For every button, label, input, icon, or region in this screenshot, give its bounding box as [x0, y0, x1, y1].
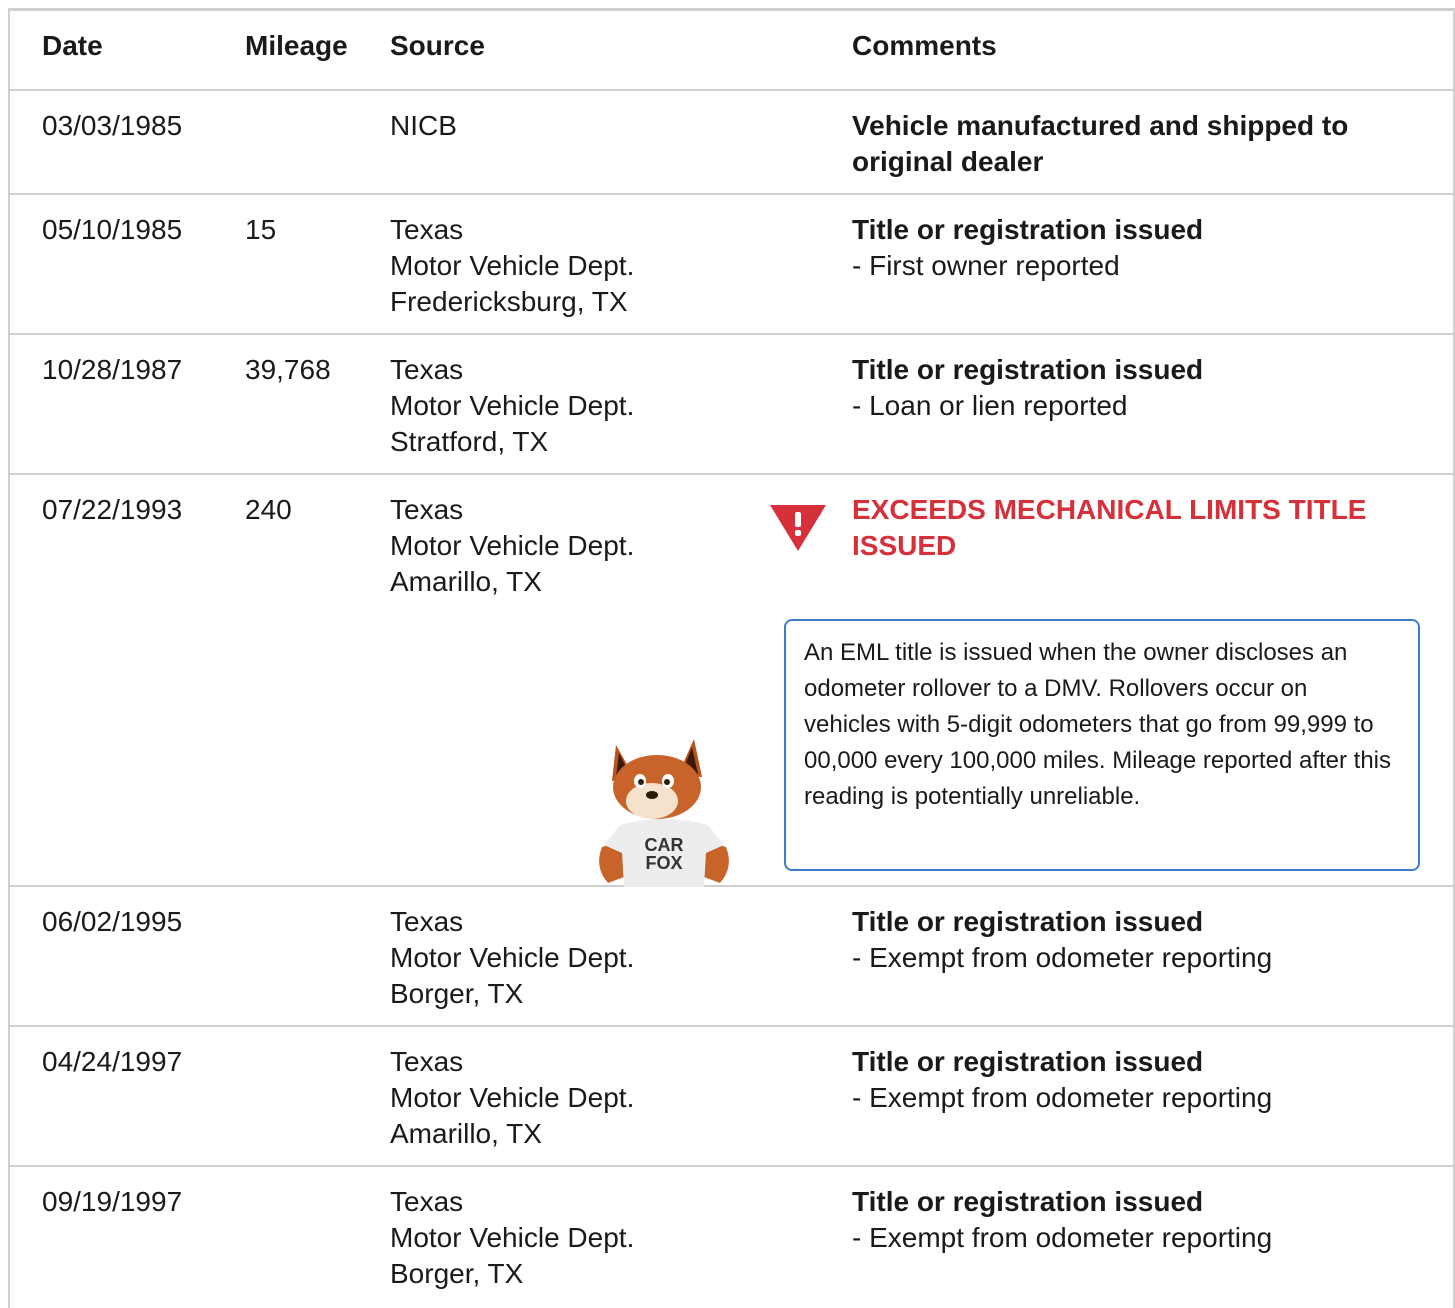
source-line: Borger, TX: [390, 1258, 524, 1289]
comment-title: Title or registration issued: [852, 214, 1204, 245]
carfox-mascot: CAR FOX: [599, 739, 729, 887]
row-comments: Title or registration issued - Exempt fr…: [852, 1044, 1422, 1116]
mascot-shirt-line: FOX: [645, 853, 682, 873]
row-source: Texas Motor Vehicle Dept. Amarillo, TX: [390, 1044, 634, 1152]
row-comments: Title or registration issued - Exempt fr…: [852, 1184, 1422, 1256]
source-line: Amarillo, TX: [390, 566, 542, 597]
table-row: 04/24/1997 Texas Motor Vehicle Dept. Ama…: [10, 1027, 1453, 1167]
header-date: Date: [42, 30, 103, 61]
source-line: Texas: [390, 1186, 464, 1217]
header-mileage: Mileage: [245, 30, 348, 61]
row-source: Texas Motor Vehicle Dept. Fredericksburg…: [390, 212, 634, 320]
source-line: Motor Vehicle Dept.: [390, 942, 635, 973]
row-comments: Title or registration issued - First own…: [852, 212, 1422, 284]
source-line: NICB: [390, 110, 457, 141]
comment-detail: - First owner reported: [852, 250, 1120, 281]
row-date: 04/24/1997: [42, 1046, 183, 1077]
row-date: 05/10/1985: [42, 214, 183, 245]
table-header: Date Mileage Source Comments: [10, 11, 1453, 91]
source-line: Texas: [390, 1046, 464, 1077]
row-comments: Vehicle manufactured and shipped to orig…: [852, 108, 1422, 180]
source-line: Texas: [390, 354, 464, 385]
header-comments: Comments: [852, 30, 997, 61]
source-line: Texas: [390, 906, 464, 937]
comment-detail: - Exempt from odometer reporting: [852, 1082, 1273, 1113]
source-line: Borger, TX: [390, 978, 524, 1009]
source-line: Texas: [390, 494, 464, 525]
warning-triangle-icon: [770, 505, 826, 551]
row-date: 10/28/1987: [42, 354, 183, 385]
row-mileage: 15: [245, 214, 277, 245]
comment-detail: - Exempt from odometer reporting: [852, 942, 1273, 973]
source-line: Motor Vehicle Dept.: [390, 390, 635, 421]
mascot-shirt-line: CAR: [645, 835, 684, 855]
source-line: Motor Vehicle Dept.: [390, 1082, 635, 1113]
history-table: Date Mileage Source Comments 03/03/1985 …: [8, 8, 1455, 1308]
header-source: Source: [390, 30, 485, 61]
table-row: 05/10/1985 15 Texas Motor Vehicle Dept. …: [10, 195, 1453, 335]
row-source: Texas Motor Vehicle Dept. Borger, TX: [390, 904, 634, 1012]
source-line: Fredericksburg, TX: [390, 286, 628, 317]
source-line: Motor Vehicle Dept.: [390, 1222, 635, 1253]
table-row: 06/02/1995 Texas Motor Vehicle Dept. Bor…: [10, 887, 1453, 1027]
row-mileage: 39,768: [245, 354, 331, 385]
source-line: Motor Vehicle Dept.: [390, 250, 635, 281]
row-date: 07/22/1993: [42, 494, 183, 525]
eml-explanation-box: An EML title is issued when the owner di…: [784, 619, 1420, 871]
row-source: Texas Motor Vehicle Dept. Borger, TX: [390, 1184, 634, 1292]
row-comments: Title or registration issued - Exempt fr…: [852, 904, 1422, 976]
source-line: Texas: [390, 214, 464, 245]
row-mileage: 240: [245, 494, 292, 525]
table-row-warning: 07/22/1993 240 Texas Motor Vehicle Dept.…: [10, 475, 1453, 887]
row-comments: Title or registration issued - Loan or l…: [852, 352, 1422, 424]
comment-title: Title or registration issued: [852, 1186, 1204, 1217]
table-row: 09/19/1997 Texas Motor Vehicle Dept. Bor…: [10, 1167, 1453, 1307]
row-source: NICB: [390, 108, 457, 144]
comment-detail: - Exempt from odometer reporting: [852, 1222, 1273, 1253]
comment-title: Title or registration issued: [852, 354, 1204, 385]
row-date: 03/03/1985: [42, 110, 183, 141]
row-source: Texas Motor Vehicle Dept. Amarillo, TX: [390, 492, 634, 600]
source-line: Amarillo, TX: [390, 1118, 542, 1149]
comment-title: Title or registration issued: [852, 1046, 1204, 1077]
row-date: 06/02/1995: [42, 906, 183, 937]
source-line: Stratford, TX: [390, 426, 549, 457]
comment-title: Vehicle manufactured and shipped to orig…: [852, 110, 1349, 177]
row-date: 09/19/1997: [42, 1186, 183, 1217]
table-row: 03/03/1985 NICB Vehicle manufactured and…: [10, 91, 1453, 195]
row-comments: EXCEEDS MECHANICAL LIMITS TITLE ISSUED: [852, 492, 1422, 564]
comment-detail: - Loan or lien reported: [852, 390, 1128, 421]
warning-title: EXCEEDS MECHANICAL LIMITS TITLE ISSUED: [852, 494, 1367, 561]
source-line: Motor Vehicle Dept.: [390, 530, 635, 561]
table-row: 10/28/1987 39,768 Texas Motor Vehicle De…: [10, 335, 1453, 475]
comment-title: Title or registration issued: [852, 906, 1204, 937]
row-source: Texas Motor Vehicle Dept. Stratford, TX: [390, 352, 634, 460]
